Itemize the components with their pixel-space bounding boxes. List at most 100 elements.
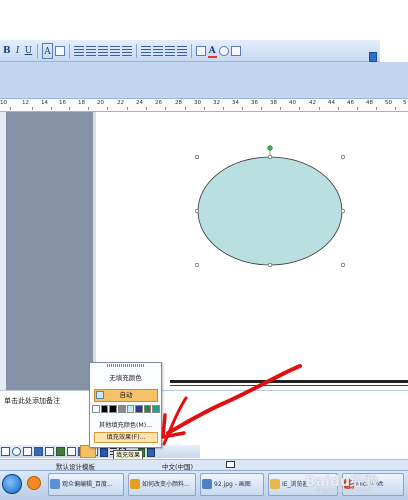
- color-swatch[interactable]: [117, 405, 126, 413]
- 3d-style-icon[interactable]: [147, 447, 155, 457]
- ruler-minor-tick: [185, 107, 186, 110]
- taskbar-item-icon: [202, 479, 212, 489]
- highlight-icon[interactable]: [195, 45, 206, 56]
- ruler-tick-label: 46: [347, 100, 354, 106]
- ruler-minor-tick: [395, 107, 396, 110]
- rotation-handle: [267, 145, 273, 151]
- resize-handle: [340, 208, 346, 214]
- formatting-toolbar: B I U A A: [0, 40, 380, 62]
- taskbar-item-icon: [270, 479, 280, 489]
- notes-placeholder[interactable]: 单击此处添加备注: [4, 396, 60, 406]
- ruler-tick-label: 14: [41, 100, 48, 106]
- ruler-tick-label: 38: [270, 100, 277, 106]
- ruler-minor-tick: [242, 107, 243, 110]
- clipart-icon[interactable]: [56, 447, 65, 456]
- ruler-tick-label: 48: [366, 100, 373, 106]
- character-spacing-icon[interactable]: [54, 45, 65, 56]
- more-fill-colors-option[interactable]: 其他填充颜色(M)...: [90, 421, 161, 431]
- ruler-tick-label: 5: [403, 100, 407, 106]
- ruler-tick-label: 18: [78, 100, 85, 106]
- toolbar-separator: [135, 43, 137, 58]
- ruler-tick-label: 16: [59, 100, 66, 106]
- resize-handle: [340, 262, 346, 268]
- resize-handle: [194, 262, 200, 268]
- italic-button[interactable]: I: [14, 43, 22, 59]
- toolbar-separator: [68, 43, 70, 58]
- picture-icon[interactable]: [67, 447, 76, 456]
- ruler-minor-tick: [165, 107, 166, 110]
- slide-outline-pane: [6, 112, 93, 390]
- ruler-tick-label: 12: [22, 100, 29, 106]
- resize-handle: [194, 154, 200, 160]
- decrease-indent-icon[interactable]: [164, 45, 175, 56]
- ruler-minor-tick: [319, 107, 320, 110]
- resize-handle: [340, 154, 346, 160]
- ruler-tick-label: 32: [213, 100, 220, 106]
- bold-button[interactable]: B: [2, 43, 12, 59]
- ruler-minor-tick: [127, 107, 128, 110]
- toolbar-separator: [37, 43, 39, 58]
- ruler-minor-tick: [107, 107, 108, 110]
- textbox-tool-icon[interactable]: [23, 447, 32, 456]
- numbering-icon[interactable]: [140, 45, 151, 56]
- bullets-icon[interactable]: [152, 45, 163, 56]
- ruler-minor-tick: [280, 107, 281, 110]
- color-swatch[interactable]: [143, 405, 152, 413]
- align-left-icon[interactable]: [73, 45, 84, 56]
- no-fill-option[interactable]: 无填充颜色: [90, 372, 161, 384]
- spelling-status-icon[interactable]: [226, 461, 235, 468]
- ruler-minor-tick: [88, 107, 89, 110]
- distributed-icon[interactable]: [121, 45, 132, 56]
- menu-drag-grip[interactable]: [107, 364, 145, 367]
- toolbar-separator: [190, 43, 192, 58]
- justify-icon[interactable]: [109, 45, 120, 56]
- ruler-tick-label: 10: [0, 100, 7, 106]
- resize-handle: [267, 154, 273, 160]
- notes-pane[interactable]: [0, 390, 408, 445]
- line-color-icon[interactable]: [100, 447, 108, 457]
- ruler-tick-label: 28: [175, 100, 182, 106]
- automatic-color-swatch: [96, 391, 104, 399]
- align-center-icon[interactable]: [85, 45, 96, 56]
- top-blank-strip: [0, 0, 408, 40]
- taskbar-item-icon: [130, 479, 140, 489]
- notes-divider-thin: [170, 385, 408, 386]
- color-swatch[interactable]: [152, 405, 160, 413]
- taskbar-item-icon: [50, 479, 60, 489]
- ruler-tick-label: 50: [385, 100, 392, 106]
- ruler-tick-label: 24: [136, 100, 143, 106]
- ruler-tick-label: 20: [97, 100, 104, 106]
- start-button-icon[interactable]: [2, 474, 22, 494]
- ruler-minor-tick: [146, 107, 147, 110]
- ruler-minor-tick: [357, 107, 358, 110]
- diagram-icon[interactable]: [45, 447, 54, 456]
- color-swatch[interactable]: [135, 405, 143, 413]
- ruler-tick-label: 40: [289, 100, 296, 106]
- rectangle-tool-icon[interactable]: [1, 447, 10, 456]
- color-swatch[interactable]: [126, 405, 135, 413]
- grow-text-icon[interactable]: [230, 45, 241, 56]
- color-swatch[interactable]: [100, 405, 109, 413]
- ruler-minor-tick: [32, 107, 33, 110]
- ruler-minor-tick: [51, 107, 52, 110]
- browser-quicklaunch-icon[interactable]: [27, 476, 41, 490]
- underline-button[interactable]: U: [24, 43, 34, 59]
- selected-ellipse-shape[interactable]: [190, 140, 355, 275]
- grow-font-button[interactable]: A: [42, 42, 53, 59]
- ruler-tick-label: 22: [117, 100, 124, 106]
- baidu-watermark-url: jingyan.baidu.com: [316, 487, 372, 494]
- font-color-button[interactable]: A: [207, 43, 217, 59]
- color-swatch[interactable]: [92, 405, 100, 413]
- ruler-minor-tick: [299, 107, 300, 110]
- align-right-icon[interactable]: [97, 45, 108, 56]
- fill-effects-option[interactable]: 填充效果(F)...: [94, 432, 158, 443]
- ruler-tick-label: 44: [328, 100, 335, 106]
- increase-indent-icon[interactable]: [176, 45, 187, 56]
- ruler-tick-label: 36: [251, 100, 258, 106]
- oval-tool-icon[interactable]: [12, 447, 21, 456]
- ruler-minor-tick: [223, 107, 224, 110]
- toolbar-options-icon[interactable]: [369, 52, 377, 62]
- wordart-icon[interactable]: [34, 447, 43, 456]
- color-swatch[interactable]: [109, 405, 117, 413]
- insert-object-icon[interactable]: [218, 45, 229, 56]
